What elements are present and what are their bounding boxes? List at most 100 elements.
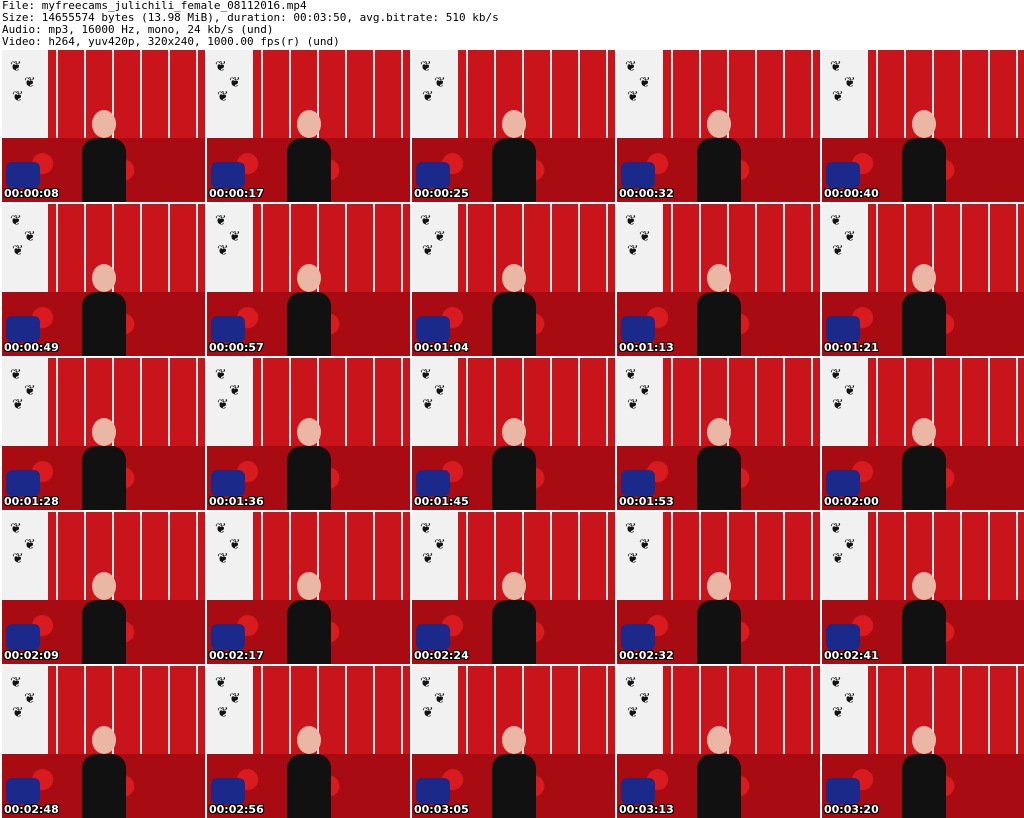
butterfly-icon: ❦	[215, 521, 227, 537]
video-frame-thumbnail: ❦ ❦ ❦ 00:00:40	[822, 50, 1024, 202]
butterfly-icon: ❦	[625, 367, 637, 383]
person-figure	[72, 418, 136, 510]
butterfly-icon: ❦	[10, 367, 22, 383]
frame-timestamp: 00:00:32	[619, 187, 674, 200]
video-frame-thumbnail: ❦ ❦ ❦ 00:02:32	[617, 512, 820, 664]
person-figure	[892, 572, 956, 664]
butterfly-icon: ❦	[434, 383, 446, 399]
decor-panel	[2, 50, 48, 145]
video-frame-thumbnail: ❦ ❦ ❦ 00:00:57	[207, 204, 410, 356]
frame-timestamp: 00:02:48	[4, 803, 59, 816]
figure-body	[901, 138, 946, 202]
figure-body	[286, 138, 331, 202]
cushion	[416, 316, 450, 342]
butterfly-icon: ❦	[24, 229, 36, 245]
figure-body	[286, 754, 331, 818]
butterfly-icon: ❦	[420, 675, 432, 691]
video-info-line: Video: h264, yuv420p, 320x240, 1000.00 f…	[2, 36, 340, 48]
file-info-header: File: myfreecams_julichili_female_081120…	[2, 0, 1022, 48]
figure-head	[911, 726, 936, 754]
butterfly-icon: ❦	[420, 59, 432, 75]
figure-body	[901, 600, 946, 664]
figure-head	[296, 572, 321, 600]
video-frame-thumbnail: ❦ ❦ ❦ 00:01:13	[617, 204, 820, 356]
video-frame-thumbnail: ❦ ❦ ❦ 00:01:45	[412, 358, 615, 510]
figure-head	[911, 264, 936, 292]
butterfly-icon: ❦	[12, 89, 24, 105]
cushion	[6, 162, 40, 188]
person-figure	[277, 418, 341, 510]
cushion	[621, 778, 655, 804]
butterfly-icon: ❦	[832, 551, 844, 567]
cushion	[6, 624, 40, 650]
cushion	[6, 778, 40, 804]
figure-body	[901, 292, 946, 356]
frame-timestamp: 00:01:28	[4, 495, 59, 508]
frame-timestamp: 00:00:25	[414, 187, 469, 200]
butterfly-icon: ❦	[217, 705, 229, 721]
cushion	[6, 470, 40, 496]
person-figure	[687, 572, 751, 664]
figure-body	[286, 446, 331, 510]
figure-head	[501, 726, 526, 754]
person-figure	[72, 110, 136, 202]
frame-timestamp: 00:01:45	[414, 495, 469, 508]
butterfly-icon: ❦	[639, 691, 651, 707]
figure-head	[501, 572, 526, 600]
video-frame-thumbnail: ❦ ❦ ❦ 00:00:08	[2, 50, 205, 202]
decor-panel	[412, 50, 458, 145]
figure-body	[81, 754, 126, 818]
decor-panel	[617, 666, 663, 761]
butterfly-icon: ❦	[627, 397, 639, 413]
butterfly-icon: ❦	[217, 243, 229, 259]
frame-timestamp: 00:00:40	[824, 187, 879, 200]
audio-info-line: Audio: mp3, 16000 Hz, mono, 24 kb/s (und…	[2, 24, 274, 36]
figure-head	[501, 418, 526, 446]
figure-body	[491, 600, 536, 664]
butterfly-icon: ❦	[422, 705, 434, 721]
video-frame-thumbnail: ❦ ❦ ❦ 00:01:28	[2, 358, 205, 510]
frame-timestamp: 00:02:24	[414, 649, 469, 662]
decor-panel	[412, 358, 458, 453]
person-figure	[892, 264, 956, 356]
figure-head	[296, 110, 321, 138]
decor-panel	[412, 666, 458, 761]
cushion	[211, 316, 245, 342]
figure-head	[911, 572, 936, 600]
person-figure	[687, 726, 751, 818]
butterfly-icon: ❦	[24, 75, 36, 91]
decor-panel	[822, 512, 868, 607]
cushion	[621, 162, 655, 188]
person-figure	[482, 572, 546, 664]
figure-head	[706, 110, 731, 138]
video-frame-thumbnail: ❦ ❦ ❦ 00:03:13	[617, 666, 820, 818]
cushion	[211, 778, 245, 804]
butterfly-icon: ❦	[12, 705, 24, 721]
cushion	[826, 162, 860, 188]
file-name-line: File: myfreecams_julichili_female_081120…	[2, 0, 307, 12]
figure-body	[81, 138, 126, 202]
video-frame-thumbnail: ❦ ❦ ❦ 00:00:49	[2, 204, 205, 356]
decor-panel	[2, 358, 48, 453]
butterfly-icon: ❦	[434, 75, 446, 91]
person-figure	[687, 110, 751, 202]
butterfly-icon: ❦	[420, 367, 432, 383]
butterfly-icon: ❦	[832, 705, 844, 721]
frame-timestamp: 00:02:41	[824, 649, 879, 662]
butterfly-icon: ❦	[830, 213, 842, 229]
butterfly-icon: ❦	[12, 397, 24, 413]
figure-body	[81, 600, 126, 664]
butterfly-icon: ❦	[229, 537, 241, 553]
frame-timestamp: 00:02:17	[209, 649, 264, 662]
decor-panel	[207, 50, 253, 145]
thumbnail-grid: ❦ ❦ ❦ 00:00:08 ❦ ❦ ❦ 00:00:17 ❦ ❦ ❦ 00:00:25 ❦ ❦ ❦ 00:0…	[2, 50, 1024, 818]
butterfly-icon: ❦	[10, 675, 22, 691]
butterfly-icon: ❦	[625, 675, 637, 691]
video-frame-thumbnail: ❦ ❦ ❦ 00:00:25	[412, 50, 615, 202]
figure-head	[296, 726, 321, 754]
figure-body	[901, 754, 946, 818]
cushion	[6, 316, 40, 342]
butterfly-icon: ❦	[627, 705, 639, 721]
person-figure	[277, 726, 341, 818]
butterfly-icon: ❦	[10, 213, 22, 229]
